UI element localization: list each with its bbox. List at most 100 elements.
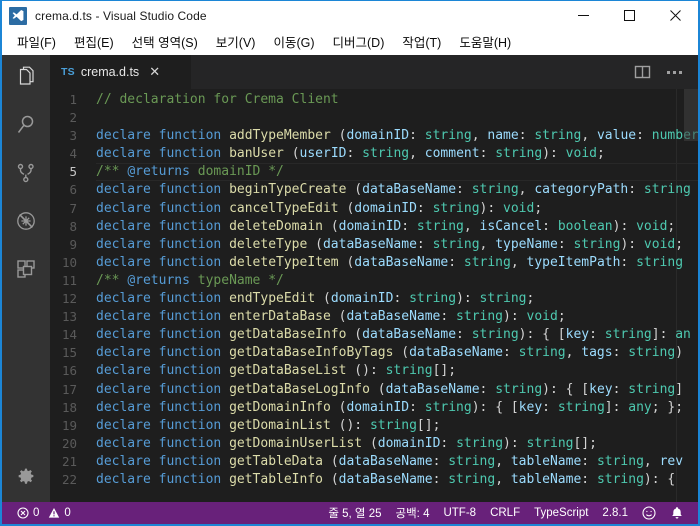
code-token: declare function [96, 254, 230, 270]
code-token: declare function [96, 128, 230, 144]
menu-item-edit[interactable]: 편집(E) [65, 32, 123, 54]
code-token: string [448, 471, 496, 487]
vscode-window: crema.d.ts - Visual Studio Code 파일(F) 편집… [0, 0, 700, 526]
split-editor-icon[interactable] [628, 55, 656, 89]
code-token: getDataBaseLogInfo [229, 381, 378, 397]
line-number: 16 [61, 363, 77, 379]
code-token: string [628, 381, 676, 397]
code-token: @returns [127, 272, 190, 288]
code-token: string [557, 399, 605, 415]
editor-tab-crema-d-ts[interactable]: TS crema.d.ts ✕ [50, 55, 192, 89]
code-token: ) [675, 345, 684, 361]
code-token: string [416, 218, 464, 234]
code-token: getDataBaseInfo [229, 327, 355, 343]
activity-item-manage[interactable] [2, 454, 50, 502]
code-token: string [432, 236, 480, 252]
code-token: ; [557, 309, 566, 325]
close-button[interactable] [652, 1, 698, 30]
code-token: : [409, 128, 425, 144]
activity-item-explorer[interactable] [2, 55, 50, 103]
code-token: ]: [651, 327, 676, 343]
code-token: ): [620, 236, 644, 252]
code-token: : [416, 200, 433, 216]
code-line: 11 /** @returns typeName */ [50, 272, 698, 290]
code-line: 5 /** @returns domainID */ [50, 163, 698, 182]
close-icon[interactable]: ✕ [145, 65, 160, 78]
code-token: string [448, 453, 496, 469]
menu-item-tasks[interactable]: 작업(T) [393, 32, 450, 54]
code-line-content: declare function addTypeMember (domainID… [96, 127, 698, 145]
code-token: any [628, 399, 652, 415]
code-token: getDomainInfo [229, 399, 339, 415]
menu-item-selection[interactable]: 선택 영역(S) [123, 32, 207, 54]
activity-item-debug[interactable] [2, 199, 50, 247]
editor-vertical-scrollbar[interactable] [684, 89, 698, 502]
code-token: typeName */ [189, 272, 284, 288]
code-token: (): [354, 363, 386, 379]
code-token: getDataBaseInfoByTags [229, 345, 402, 361]
code-token: typeName [495, 236, 558, 252]
maximize-button[interactable] [606, 1, 652, 30]
line-number: 15 [61, 345, 77, 361]
code-token: ): { [ [518, 327, 566, 343]
status-eol[interactable]: CRLF [483, 502, 527, 524]
code-token: : [401, 218, 417, 234]
code-token: ): [479, 200, 504, 216]
code-token: declare function [96, 291, 230, 307]
code-line: 8 declare function deleteDomain (domainID… [50, 218, 698, 236]
code-line-content: /** @returns typeName */ [96, 272, 698, 290]
line-number: 12 [61, 291, 77, 307]
menu-item-view[interactable]: 보기(V) [207, 32, 265, 54]
status-notifications[interactable] [663, 502, 691, 524]
code-token: typeItemPath [526, 254, 621, 270]
code-token: rev [659, 453, 684, 469]
code-editor[interactable]: 1 // declaration for Crema Client 2 3 declar… [50, 89, 698, 502]
code-line-content: declare function getDomainUserList (doma… [96, 435, 698, 453]
code-line: 21 declare function getTableData (dataBas… [50, 453, 698, 471]
activity-item-source-control[interactable] [2, 151, 50, 199]
scrollbar-thumb[interactable] [684, 89, 698, 141]
status-indentation[interactable]: 공백: 4 [389, 502, 437, 524]
line-number: 6 [69, 182, 77, 198]
code-token: , [518, 182, 535, 198]
line-number: 7 [69, 200, 77, 216]
menu-item-help[interactable]: 도움말(H) [450, 32, 520, 54]
code-token: void [526, 309, 558, 325]
code-token: ): [542, 146, 566, 162]
status-encoding[interactable]: UTF-8 [436, 502, 483, 524]
status-problems[interactable]: 0 0 [10, 502, 78, 524]
code-token: domainID [346, 128, 410, 144]
activity-item-search[interactable] [2, 103, 50, 151]
code-token: : [440, 435, 457, 451]
code-token: : [393, 291, 410, 307]
menu-item-debug[interactable]: 디버그(D) [324, 32, 394, 54]
error-circle-icon [17, 507, 29, 519]
debug-no-bug-icon [14, 209, 38, 238]
line-number: 4 [69, 146, 77, 162]
status-language-mode[interactable]: TypeScript [527, 502, 595, 524]
code-token: void [643, 236, 676, 252]
code-token: ( [322, 291, 331, 307]
line-number: 18 [61, 399, 77, 415]
code-line: 17 declare function getDataBaseLogInfo (d… [50, 381, 698, 399]
status-feedback[interactable] [635, 502, 663, 524]
code-line-content: declare function getDataBaseList (): str… [96, 362, 698, 380]
code-line: 10 declare function deleteTypeItem (dataB… [50, 254, 698, 272]
code-line-content: declare function beginTypeCreate (dataBa… [96, 181, 698, 199]
code-token: /** [96, 164, 128, 180]
code-line-content: declare function deleteTypeItem (dataBas… [96, 254, 698, 272]
code-line-content: declare function getTableData (dataBaseN… [96, 453, 698, 471]
code-token: string [596, 471, 644, 487]
status-cursor-position[interactable]: 줄 5, 열 25 [321, 502, 388, 524]
code-token: : [581, 453, 597, 469]
menu-item-file[interactable]: 파일(F) [8, 32, 65, 54]
code-token: string [534, 128, 582, 144]
activity-item-extensions[interactable] [2, 247, 50, 295]
code-token: ]: [604, 399, 629, 415]
minimize-button[interactable] [560, 1, 606, 30]
status-typescript-version[interactable]: 2.8.1 [595, 502, 635, 524]
code-token: ( [377, 381, 386, 397]
code-line-content: declare function enterDataBase (dataBase… [96, 308, 698, 326]
menu-item-go[interactable]: 이동(G) [264, 32, 323, 54]
more-actions-icon[interactable] [660, 55, 688, 89]
